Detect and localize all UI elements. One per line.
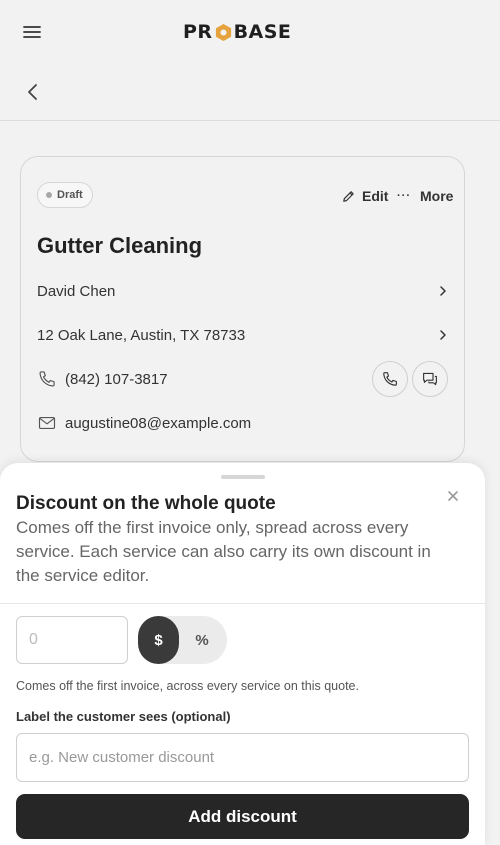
status-label: Draft (57, 189, 83, 201)
logo-hex-icon (214, 23, 233, 42)
address-row[interactable]: 12 Oak Lane, Austin, TX 78733 (37, 324, 449, 346)
add-discount-button[interactable]: Add discount (16, 794, 469, 839)
discount-type-toggle: $ % (138, 616, 227, 664)
customer-name: David Chen (37, 282, 116, 300)
sheet-title: Discount on the whole quote (16, 493, 276, 514)
call-button[interactable] (372, 361, 408, 397)
status-badge: Draft (37, 182, 93, 208)
quote-title: Gutter Cleaning (37, 233, 203, 258)
percent-option[interactable]: % (182, 620, 222, 660)
more-button[interactable]: ··· More (397, 186, 453, 206)
back-chevron-icon[interactable] (22, 81, 44, 103)
divider (0, 603, 485, 604)
close-icon[interactable] (446, 489, 460, 503)
chevron-right-icon (440, 330, 446, 340)
customer-phone: (842) 107-3817 (65, 370, 168, 388)
phone-icon (383, 372, 397, 386)
label-field-label: Label the customer sees (optional) (16, 709, 231, 724)
message-button[interactable] (412, 361, 448, 397)
navigation-bar (0, 64, 500, 121)
ellipsis-icon: ··· (397, 190, 411, 202)
mail-icon (38, 417, 56, 429)
email-row[interactable]: augustine08@example.com (37, 412, 449, 434)
chat-bubbles-icon (423, 372, 437, 386)
edit-button[interactable]: Edit (341, 186, 388, 206)
customer-label-input[interactable] (16, 733, 469, 782)
hamburger-menu-icon[interactable] (20, 20, 44, 44)
customer-row[interactable]: David Chen (37, 280, 449, 302)
edit-label: Edit (362, 188, 389, 204)
customer-email: augustine08@example.com (65, 414, 252, 432)
more-label: More (420, 188, 454, 204)
phone-icon (39, 371, 55, 387)
top-bar: PR BASE (0, 0, 500, 64)
status-dot-icon (46, 192, 52, 198)
probase-logo[interactable]: PR BASE (183, 20, 291, 44)
sheet-drag-handle[interactable] (221, 475, 265, 479)
pencil-icon (343, 190, 354, 202)
quote-card: Draft Edit ··· More Gutter Cleaning Davi… (20, 156, 465, 462)
phone-row: (842) 107-3817 (37, 368, 357, 390)
dollar-option[interactable]: $ (138, 616, 179, 664)
logo-text-end: BASE (233, 21, 292, 43)
logo-text-start: PR (183, 21, 213, 43)
discount-helper-text: Comes off the first invoice, across ever… (16, 679, 359, 693)
discount-amount-input[interactable] (16, 616, 128, 664)
sheet-description: Comes off the first invoice only, spread… (16, 518, 431, 585)
customer-address: 12 Oak Lane, Austin, TX 78733 (37, 326, 246, 344)
discount-bottom-sheet: Discount on the whole quote Comes off th… (0, 463, 485, 845)
chevron-right-icon (440, 286, 446, 296)
